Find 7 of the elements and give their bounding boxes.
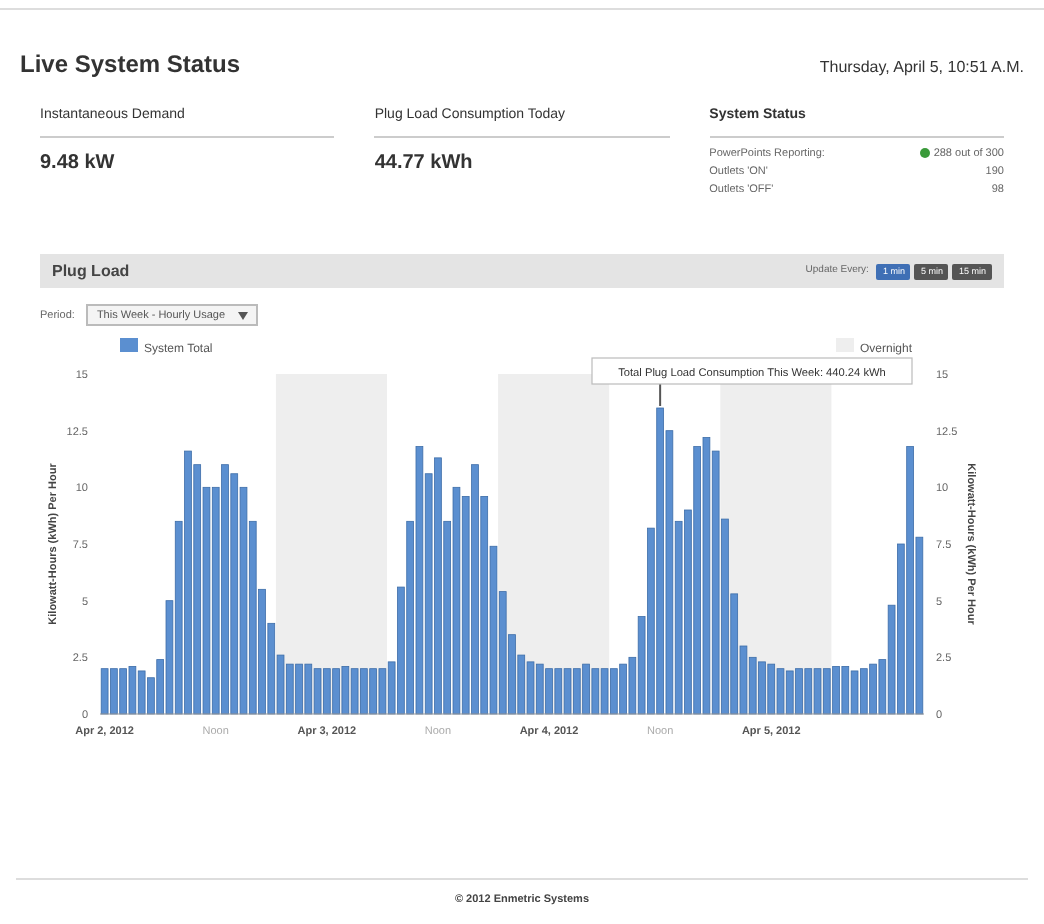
metric-value: 9.48 kW [40, 149, 117, 177]
date-time: Thursday, April 5, 10:51 A.M. [819, 56, 1024, 80]
metric-value: 44.77 kWh [374, 149, 475, 177]
leader-line [659, 383, 662, 408]
panel-title: Plug Load [52, 259, 130, 284]
caret-icon [237, 311, 248, 320]
page-title: Live System Status [20, 48, 241, 82]
